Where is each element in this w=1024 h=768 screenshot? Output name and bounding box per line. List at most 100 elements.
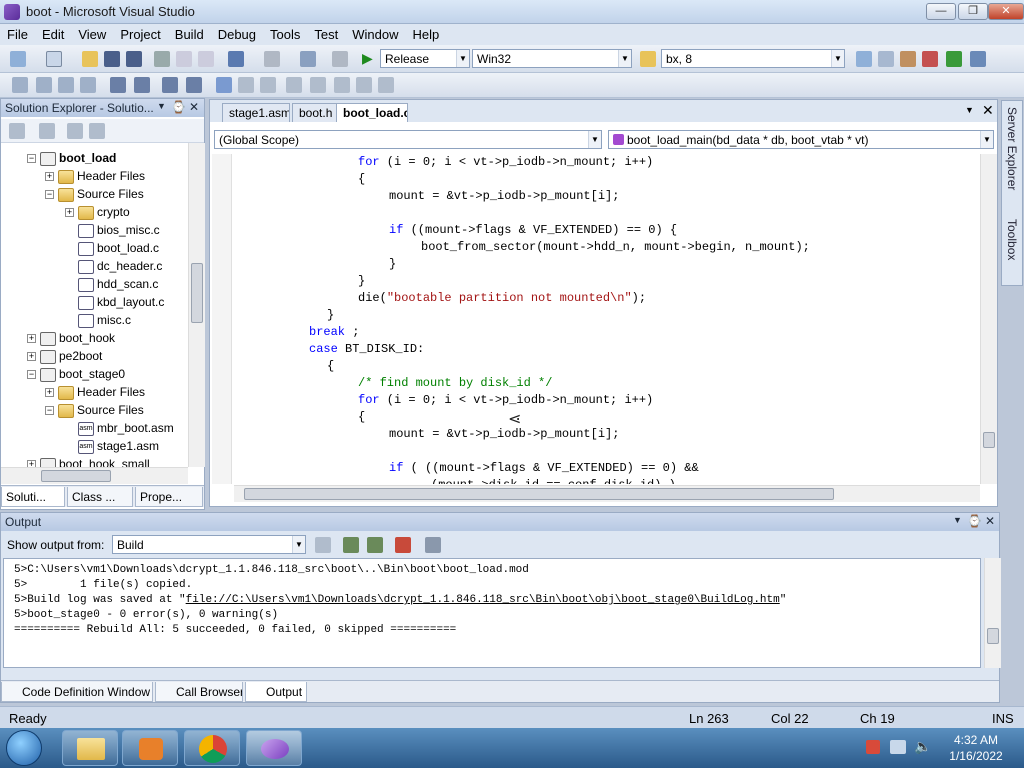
- collapse-icon[interactable]: −: [45, 190, 54, 200]
- menu-build[interactable]: Build: [168, 24, 211, 45]
- close-pane-icon[interactable]: ✕: [189, 100, 199, 114]
- tree-item[interactable]: kbd_layout.c: [65, 293, 164, 311]
- minimize-button[interactable]: —: [926, 3, 956, 20]
- taskbar-media-player[interactable]: [122, 730, 178, 766]
- output-text-area[interactable]: 5>C:\Users\vm1\Downloads\dcrypt_1.1.846.…: [3, 558, 981, 668]
- expand-icon[interactable]: +: [27, 352, 36, 362]
- scrollbar-thumb[interactable]: [983, 432, 995, 448]
- add-item-icon[interactable]: [46, 51, 62, 67]
- go-to-next-message-icon[interactable]: [367, 537, 383, 553]
- tab-output[interactable]: Output: [245, 682, 307, 702]
- next-bookmark-icon[interactable]: [260, 77, 276, 93]
- undo-icon[interactable]: [228, 51, 244, 67]
- action-center-icon[interactable]: [866, 740, 880, 754]
- cut-icon[interactable]: [154, 51, 170, 67]
- go-to-previous-message-icon[interactable]: [343, 537, 359, 553]
- start-debugging-icon[interactable]: ▶: [362, 50, 374, 66]
- view-class-diagram-icon[interactable]: [89, 123, 105, 139]
- server-explorer-tab[interactable]: Server Explorer: [1005, 107, 1019, 190]
- solution-configuration-select[interactable]: Release ▼: [380, 49, 470, 68]
- scrollbar-thumb[interactable]: [244, 488, 834, 500]
- close-pane-icon[interactable]: ✕: [985, 514, 995, 528]
- tab-solution-explorer[interactable]: Soluti...: [1, 487, 65, 507]
- menu-help[interactable]: Help: [405, 24, 446, 45]
- taskbar-explorer[interactable]: [62, 730, 118, 766]
- close-document-icon[interactable]: ✕: [982, 102, 994, 119]
- tree-item[interactable]: bios_misc.c: [65, 221, 160, 239]
- tree-item[interactable]: asm stage1.asm: [65, 437, 159, 455]
- toggle-word-wrap-icon[interactable]: [425, 537, 441, 553]
- expand-icon[interactable]: +: [27, 460, 36, 467]
- increase-indent-icon[interactable]: [134, 77, 150, 93]
- expand-icon[interactable]: +: [65, 208, 74, 218]
- start-button-icon[interactable]: [6, 730, 42, 766]
- toolbox-icon[interactable]: [922, 51, 938, 67]
- properties-icon[interactable]: [878, 51, 894, 67]
- toolbox-tab[interactable]: Toolbox: [1005, 219, 1019, 260]
- active-files-dropdown-icon[interactable]: ▼: [965, 105, 974, 115]
- navigate-backward-icon[interactable]: [300, 51, 316, 67]
- start-page-icon[interactable]: [946, 51, 962, 67]
- tab-call-browser[interactable]: Call Browser: [155, 682, 243, 702]
- redo-icon[interactable]: [264, 51, 280, 67]
- show-all-files-icon[interactable]: [39, 123, 55, 139]
- menu-project[interactable]: Project: [113, 24, 167, 45]
- solution-tree-horizontal-scrollbar[interactable]: [1, 467, 188, 484]
- taskbar-visual-studio[interactable]: [246, 730, 302, 766]
- properties-icon[interactable]: [9, 123, 25, 139]
- auto-hide-pin-icon[interactable]: ⌚: [967, 514, 982, 528]
- tab-boot-h[interactable]: boot.h: [292, 103, 338, 122]
- find-message-in-code-icon[interactable]: [315, 537, 331, 553]
- save-icon[interactable]: [104, 51, 120, 67]
- new-project-icon[interactable]: [10, 51, 26, 67]
- expand-icon[interactable]: +: [45, 172, 54, 182]
- display-word-completion-icon[interactable]: [80, 77, 96, 93]
- menu-edit[interactable]: Edit: [35, 24, 71, 45]
- solution-tree-vertical-scrollbar[interactable]: [188, 143, 205, 467]
- open-folder-icon[interactable]: [82, 51, 98, 67]
- collapse-icon[interactable]: −: [27, 154, 36, 164]
- decrease-indent-icon[interactable]: [110, 77, 126, 93]
- collapse-icon[interactable]: −: [27, 370, 36, 380]
- tree-item[interactable]: asm mbr_boot.asm: [65, 419, 174, 437]
- previous-bookmark-in-document-icon[interactable]: [334, 77, 350, 93]
- code-text-area[interactable]: for (i = 0; i < vt->p_iodb->n_mount; i++…: [234, 154, 982, 484]
- scrollbar-thumb[interactable]: [41, 470, 111, 482]
- navigate-forward-icon[interactable]: [332, 51, 348, 67]
- object-browser-icon[interactable]: [900, 51, 916, 67]
- menu-window[interactable]: Window: [345, 24, 405, 45]
- paste-icon[interactable]: [198, 51, 214, 67]
- tab-boot-load-c[interactable]: boot_load.c: [336, 103, 408, 122]
- solution-platform-select[interactable]: Win32 ▼: [472, 49, 632, 68]
- editor-vertical-scrollbar[interactable]: [980, 154, 997, 484]
- clear-bookmarks-icon[interactable]: [378, 77, 394, 93]
- copy-icon[interactable]: [176, 51, 192, 67]
- display-object-member-list-icon[interactable]: [12, 77, 28, 93]
- collapse-icon[interactable]: −: [45, 406, 54, 416]
- output-source-select[interactable]: Build ▼: [112, 535, 306, 554]
- tree-item[interactable]: dc_header.c: [65, 257, 162, 275]
- auto-hide-pin-icon[interactable]: ⌚: [171, 100, 186, 114]
- tree-item[interactable]: boot_load.c: [65, 239, 159, 257]
- tab-code-definition-window[interactable]: Code Definition Window: [1, 682, 153, 702]
- tree-item[interactable]: + crypto: [65, 203, 130, 221]
- close-button[interactable]: ✕: [988, 3, 1024, 20]
- tree-item[interactable]: + boot_hook_small: [27, 455, 150, 467]
- scrollbar-thumb[interactable]: [191, 263, 203, 323]
- tree-item[interactable]: hdd_scan.c: [65, 275, 158, 293]
- menu-tools[interactable]: Tools: [263, 24, 307, 45]
- command-window-icon[interactable]: [970, 51, 986, 67]
- tree-item[interactable]: + Header Files: [45, 167, 145, 185]
- clock[interactable]: 4:32 AM 1/16/2022: [946, 732, 1006, 764]
- refresh-icon[interactable]: [67, 123, 83, 139]
- tree-item[interactable]: − boot_stage0: [27, 365, 125, 383]
- maximize-button[interactable]: ❐: [958, 3, 988, 20]
- taskbar-chrome[interactable]: [184, 730, 240, 766]
- output-vertical-scrollbar[interactable]: [984, 558, 1001, 668]
- tab-class-view[interactable]: Class ...: [67, 487, 133, 507]
- menu-file[interactable]: File: [0, 24, 35, 45]
- tree-item[interactable]: − boot_load: [27, 149, 116, 167]
- window-position-dropdown-icon[interactable]: ▼: [953, 515, 962, 525]
- find-in-files-icon[interactable]: [640, 51, 656, 67]
- tree-item[interactable]: + pe2boot: [27, 347, 102, 365]
